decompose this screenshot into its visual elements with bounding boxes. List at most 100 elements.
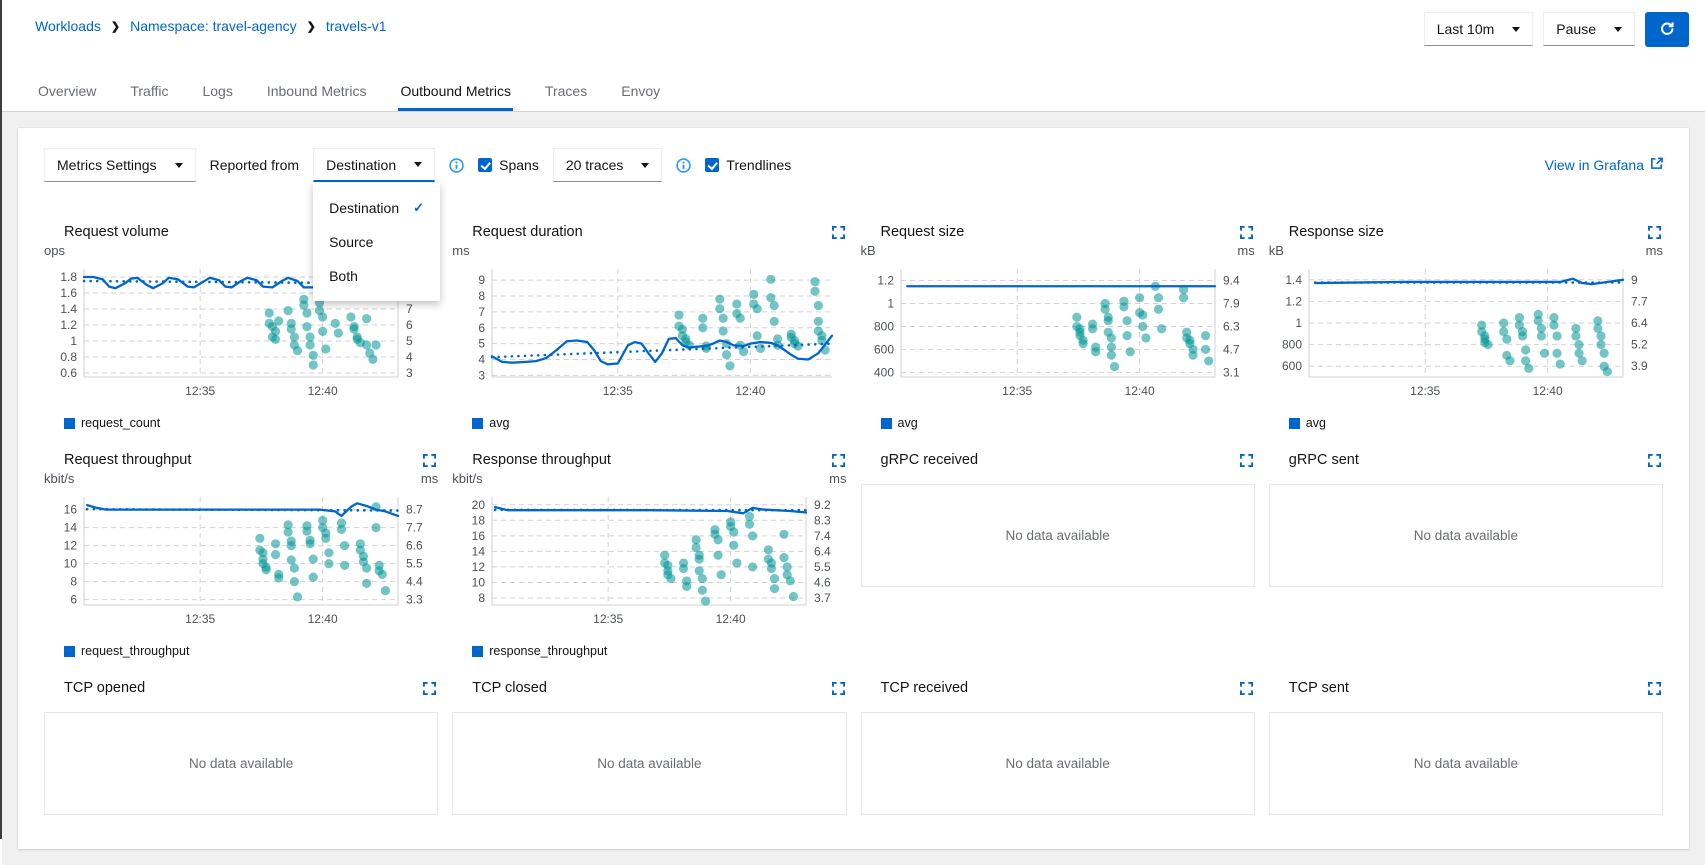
expand-chart-button[interactable] — [830, 224, 847, 241]
svg-text:0.6: 0.6 — [60, 366, 77, 380]
svg-text:12:40: 12:40 — [308, 384, 338, 398]
expand-chart-button[interactable] — [1238, 224, 1255, 241]
no-data-panel: No data available — [861, 712, 1255, 815]
tab-inbound-metrics[interactable]: Inbound Metrics — [265, 73, 369, 111]
charts-grid: Request volumeopsms12:3512:401.891.681.4… — [44, 222, 1663, 815]
left-axis-unit: kB — [861, 243, 876, 259]
svg-text:7.7: 7.7 — [406, 521, 423, 535]
menu-item-source[interactable]: Source — [313, 225, 440, 259]
svg-text:6.4: 6.4 — [1631, 316, 1648, 330]
legend-item[interactable]: avg — [1289, 416, 1663, 430]
svg-text:1.2: 1.2 — [877, 273, 894, 287]
tab-envoy[interactable]: Envoy — [619, 73, 662, 111]
chart-plot: 12:3512:40209.2188.3167.4146.4125.5104.6… — [452, 487, 846, 640]
external-link-icon — [1650, 157, 1663, 173]
chart-title: TCP opened — [64, 680, 145, 696]
svg-text:1.8: 1.8 — [60, 270, 77, 284]
svg-text:6.6: 6.6 — [406, 539, 423, 553]
metrics-settings-select[interactable]: Metrics Settings — [44, 148, 196, 182]
svg-text:12:40: 12:40 — [308, 612, 338, 626]
svg-text:1: 1 — [887, 296, 894, 310]
chart-plot: 12:3512:40168.7147.7126.6105.584.463.3 — [44, 487, 438, 640]
expand-chart-button[interactable] — [830, 680, 847, 697]
tab-traces[interactable]: Traces — [543, 73, 589, 111]
svg-text:12:40: 12:40 — [1124, 384, 1154, 398]
legend-item[interactable]: response_throughput — [472, 644, 846, 658]
svg-text:1.6: 1.6 — [60, 286, 77, 300]
reported-from-select[interactable]: Destination — [313, 148, 435, 182]
svg-text:12:35: 12:35 — [603, 384, 633, 398]
chart-title: gRPC received — [881, 452, 979, 468]
menu-item-destination[interactable]: Destination ✓ — [313, 191, 440, 225]
page-header: Workloads ❯ Namespace: travel-agency ❯ t… — [2, 0, 1705, 47]
no-data-text: No data available — [1414, 528, 1518, 543]
expand-icon — [1240, 227, 1253, 242]
menu-item-both[interactable]: Both — [313, 259, 440, 293]
expand-chart-button[interactable] — [1646, 224, 1663, 241]
expand-chart-button[interactable] — [421, 680, 438, 697]
legend-swatch — [64, 646, 75, 657]
expand-icon — [423, 683, 436, 698]
svg-text:12:35: 12:35 — [185, 612, 215, 626]
svg-text:9: 9 — [1631, 273, 1638, 287]
refresh-mode-value: Pause — [1556, 21, 1596, 37]
svg-text:16: 16 — [64, 503, 78, 517]
svg-text:10: 10 — [472, 575, 486, 589]
svg-text:8: 8 — [70, 575, 77, 589]
view-in-grafana-link[interactable]: View in Grafana — [1545, 157, 1663, 173]
svg-text:12:40: 12:40 — [716, 612, 746, 626]
check-icon: ✓ — [413, 200, 424, 216]
svg-text:6: 6 — [70, 593, 77, 607]
expand-chart-button[interactable] — [1646, 452, 1663, 469]
metrics-card: Metrics Settings Reported from Destinati… — [18, 128, 1689, 849]
duration-select[interactable]: Last 10m — [1424, 12, 1534, 46]
tab-overview[interactable]: Overview — [36, 73, 98, 111]
expand-chart-button[interactable] — [1238, 452, 1255, 469]
left-axis-unit: kbit/s — [452, 471, 482, 487]
breadcrumb: Workloads ❯ Namespace: travel-agency ❯ t… — [35, 12, 387, 34]
svg-text:5: 5 — [406, 334, 413, 348]
spans-checkbox[interactable] — [478, 158, 492, 172]
svg-text:3.7: 3.7 — [814, 591, 831, 605]
svg-text:3: 3 — [479, 368, 486, 382]
tab-logs[interactable]: Logs — [200, 73, 234, 111]
chart-plot: 12:3512:401.491.27.716.48005.26003.9 — [1269, 259, 1663, 412]
legend-item[interactable]: avg — [881, 416, 1255, 430]
top-controls: Last 10m Pause — [1424, 12, 1689, 47]
svg-text:8: 8 — [479, 289, 486, 303]
expand-chart-button[interactable] — [830, 452, 847, 469]
legend-item[interactable]: avg — [472, 416, 846, 430]
refresh-mode-select[interactable]: Pause — [1543, 12, 1635, 46]
info-icon[interactable] — [449, 158, 464, 173]
legend-swatch — [881, 418, 892, 429]
reported-from-value: Destination — [326, 157, 396, 173]
breadcrumb-workload-name[interactable]: travels-v1 — [326, 18, 387, 34]
expand-chart-button[interactable] — [421, 452, 438, 469]
expand-icon — [1648, 227, 1661, 242]
trendlines-checkbox[interactable] — [705, 158, 719, 172]
legend-item[interactable]: request_throughput — [64, 644, 438, 658]
right-axis-unit: ms — [421, 471, 438, 487]
expand-chart-button[interactable] — [1238, 680, 1255, 697]
chart-panel-tcp-sent: TCP sentNo data available — [1269, 678, 1663, 815]
svg-text:6: 6 — [479, 321, 486, 335]
right-axis-unit: ms — [1646, 243, 1663, 259]
svg-text:8: 8 — [479, 591, 486, 605]
tab-traffic[interactable]: Traffic — [128, 73, 170, 111]
chart-panel-request-throughput: Request throughputkbit/sms12:3512:40168.… — [44, 450, 438, 658]
svg-text:800: 800 — [873, 319, 893, 333]
expand-chart-button[interactable] — [1646, 680, 1663, 697]
svg-text:7: 7 — [479, 305, 486, 319]
refresh-icon — [1659, 20, 1675, 39]
info-icon[interactable] — [676, 158, 691, 173]
content-area: Metrics Settings Reported from Destinati… — [2, 112, 1705, 865]
svg-text:4.7: 4.7 — [1223, 342, 1240, 356]
traces-count-select[interactable]: 20 traces — [553, 148, 663, 182]
legend-item[interactable]: request_count — [64, 416, 438, 430]
breadcrumb-namespace[interactable]: Namespace: travel-agency — [130, 18, 297, 34]
breadcrumb-workloads[interactable]: Workloads — [35, 18, 101, 34]
refresh-button[interactable] — [1645, 12, 1689, 47]
chart-title: gRPC sent — [1289, 452, 1359, 468]
legend-label: avg — [1306, 416, 1326, 430]
tab-outbound-metrics[interactable]: Outbound Metrics — [398, 73, 513, 111]
